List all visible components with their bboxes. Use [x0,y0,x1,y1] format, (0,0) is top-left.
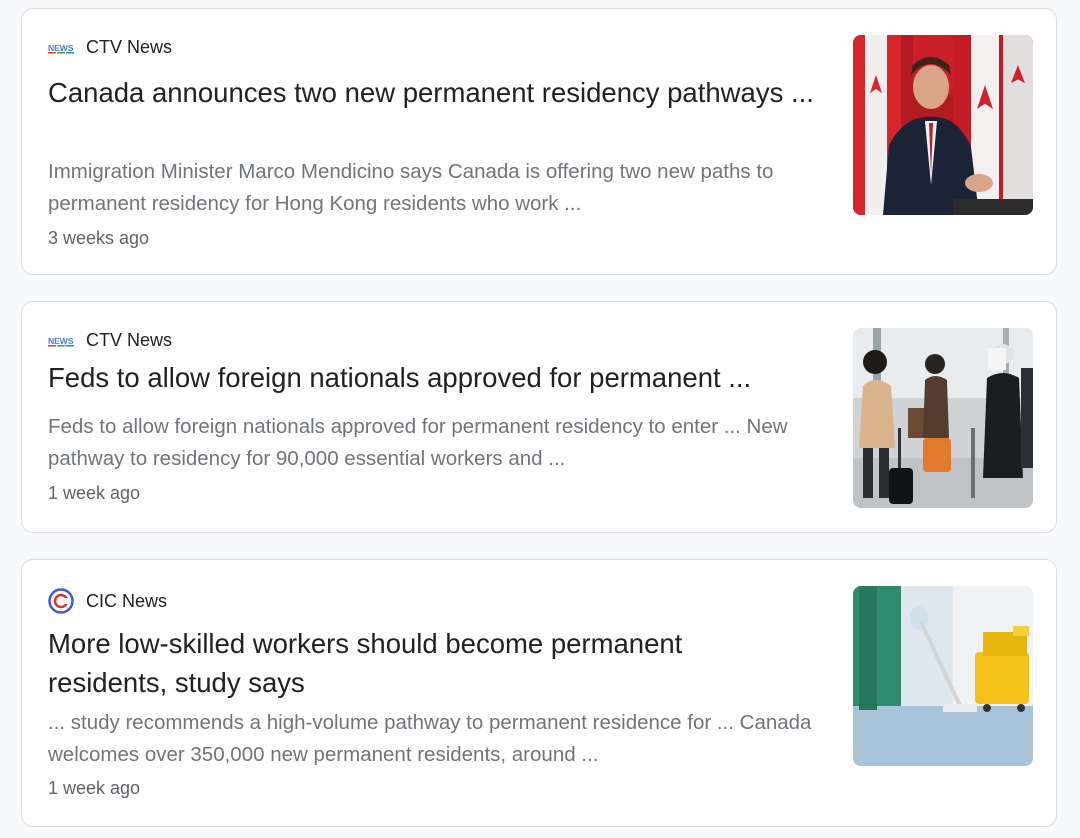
ctv-news-logo-icon: NEWS [48,43,74,53]
news-results-feed: NEWS CTV News Canada announces two new p… [0,0,1080,838]
news-headline-link[interactable]: More low-skilled workers should become p… [48,624,748,702]
news-timestamp: 3 weeks ago [48,228,150,248]
news-timestamp: 1 week ago [48,778,141,798]
news-card[interactable]: NEWS CTV News Canada announces two new p… [21,8,1057,275]
news-snippet: Feds to allow foreign nationals approved… [48,415,788,470]
news-thumbnail[interactable] [853,586,1033,766]
cic-news-logo-icon [48,588,74,614]
news-snippet: Immigration Minister Marco Mendicino say… [48,160,774,215]
news-headline-link[interactable]: Canada announces two new permanent resid… [48,73,828,112]
news-card[interactable]: NEWS CTV News Feds to allow foreign nati… [21,301,1057,533]
ctv-news-logo-icon: NEWS [48,336,74,346]
source-name: CTV News [86,37,173,57]
news-snippet: ... study recommends a high-volume pathw… [48,711,812,766]
news-source: NEWS CTV News [48,37,172,58]
source-name: CTV News [86,330,173,350]
worker-mopping-image [853,586,1033,766]
news-source: CIC News [48,588,167,614]
news-timestamp: 1 week ago [48,483,141,503]
news-thumbnail[interactable] [853,328,1033,508]
svg-text:NEWS: NEWS [48,43,74,53]
source-name: CIC News [86,590,168,611]
svg-text:NEWS: NEWS [48,336,74,346]
airport-travellers-image [853,328,1033,508]
news-source: NEWS CTV News [48,330,172,351]
minister-at-podium-image [853,35,1033,215]
news-card[interactable]: CIC News More low-skilled workers should… [21,559,1057,827]
news-headline-link[interactable]: Feds to allow foreign nationals approved… [48,358,828,397]
news-thumbnail[interactable] [853,35,1033,215]
